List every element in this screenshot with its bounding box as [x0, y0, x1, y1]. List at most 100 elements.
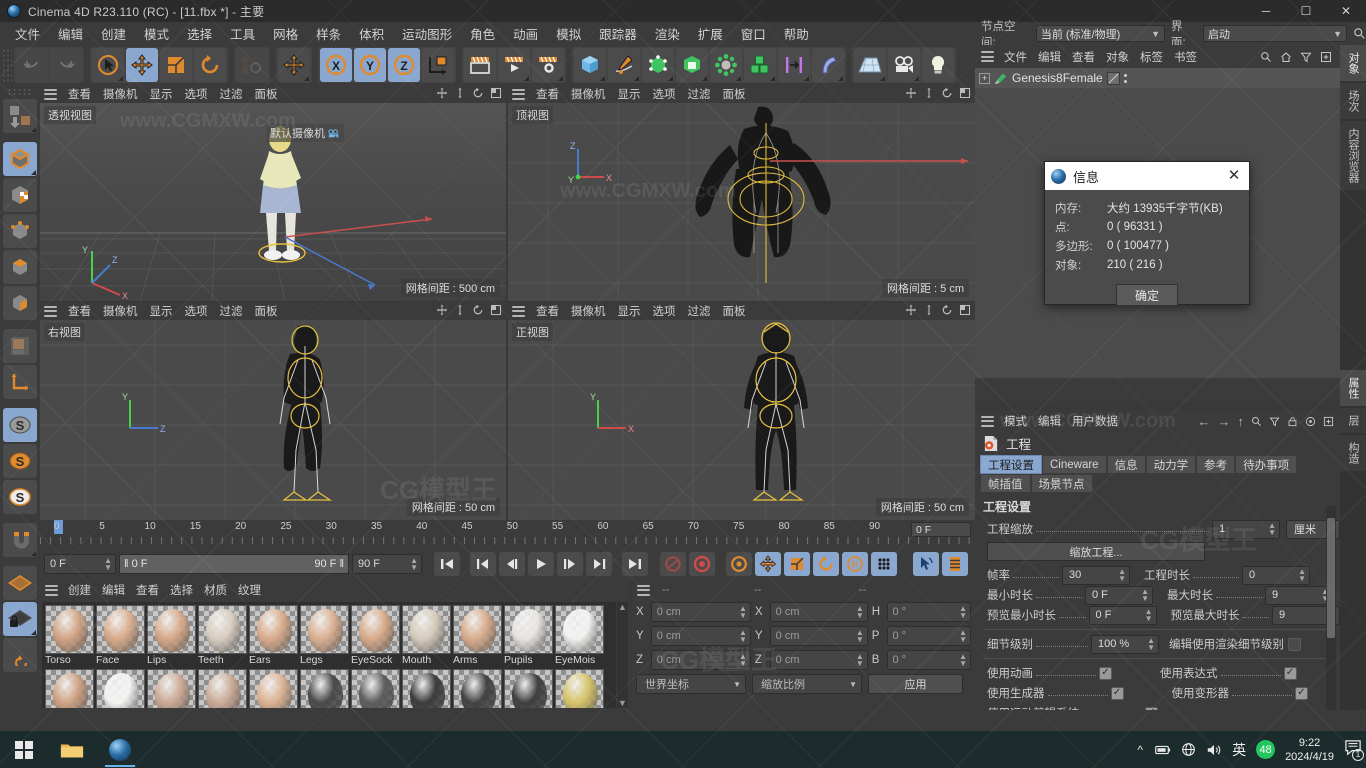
move-tool-button[interactable] [126, 48, 158, 82]
zoom-icon[interactable] [454, 304, 466, 316]
record-position-button[interactable] [755, 552, 781, 576]
filter-icon[interactable] [1300, 51, 1312, 63]
coordinate-input-Z[interactable]: 0 cm ▲ ▼ [650, 650, 751, 670]
material-item[interactable] [96, 669, 145, 708]
add-camera-button[interactable] [888, 48, 920, 82]
spinner-icon[interactable]: ▲▼ [1118, 568, 1126, 583]
vp-menu-camera[interactable]: 摄像机 [566, 86, 611, 102]
material-preview[interactable] [504, 669, 553, 708]
vp-menu-options[interactable]: 选项 [180, 86, 213, 102]
interface-select[interactable]: 启动 ▼ [1203, 25, 1348, 42]
vp-menu-filter[interactable]: 过滤 [215, 303, 248, 319]
material-item[interactable] [453, 669, 502, 708]
info-ok-button[interactable]: 确定 [1116, 284, 1178, 306]
play-button[interactable] [528, 552, 554, 576]
show-hidden-icons-icon[interactable]: ^ [1137, 743, 1143, 757]
attributes-tab-参考[interactable]: 参考 [1197, 456, 1235, 473]
up-arrow-icon[interactable]: ↑ [1238, 414, 1245, 429]
material-preview[interactable] [198, 669, 247, 708]
viewport-front-canvas[interactable]: Y X 正视图 网格间距 : 50 cm [508, 320, 975, 520]
notification-badge[interactable]: 48 [1256, 740, 1276, 759]
go-to-start-button[interactable] [434, 552, 460, 576]
add-cube-button[interactable] [574, 48, 606, 82]
attributes-scrollbar-thumb[interactable] [1327, 518, 1335, 638]
orbit-icon[interactable] [472, 87, 484, 99]
axis-mode-button[interactable] [3, 365, 37, 399]
material-preview[interactable] [147, 605, 196, 654]
tree-row-genesis8female[interactable]: + Genesis8Female [975, 68, 1340, 88]
viewport-perspective-canvas[interactable]: Y X Z 透视视图 默认摄像机 网格间距: 500 cm [40, 103, 506, 301]
viewport-top[interactable]: 查看 摄像机 显示 选项 过滤 面板 Z X Y 顶视图 网格间距: 5 cm [508, 85, 975, 301]
magnet-button[interactable] [3, 523, 37, 557]
project-scale-input[interactable]: 1 ▲ ▼ [1212, 519, 1280, 539]
attributes-tab-帧插值[interactable]: 帧插值 [981, 475, 1030, 492]
hamburger-icon[interactable] [512, 305, 525, 317]
object-world-axis-button[interactable] [422, 48, 454, 82]
material-preview[interactable] [96, 669, 145, 708]
hamburger-icon[interactable] [44, 305, 57, 317]
cinema4d-taskbar-button[interactable] [96, 731, 144, 768]
dock-tab-层[interactable]: 层 [1340, 408, 1366, 433]
reset-workplane-button[interactable] [3, 638, 37, 672]
menu-item-13[interactable]: 跟踪器 [590, 21, 646, 46]
scale-mode-select[interactable]: 缩放比例 ▼ [752, 674, 862, 694]
spinner-icon[interactable]: ▲▼ [1145, 608, 1153, 623]
forward-arrow-icon[interactable]: → [1218, 414, 1231, 429]
mat-menu-edit[interactable]: 编辑 [97, 582, 130, 598]
material-preview[interactable] [504, 605, 553, 654]
attributes-tab-信息[interactable]: 信息 [1107, 456, 1145, 473]
material-item[interactable]: Mouth [402, 605, 451, 667]
material-item[interactable] [504, 669, 553, 708]
toolbar-grip[interactable] [2, 48, 12, 82]
add-floor-button[interactable] [854, 48, 886, 82]
add-icon[interactable] [1320, 51, 1332, 63]
lod-input[interactable]: 100 % ▲ ▼ [1091, 634, 1159, 654]
menu-item-4[interactable]: 选择 [178, 21, 221, 46]
dock-tab-内容浏览器[interactable]: 内容浏览器 [1340, 121, 1366, 190]
spinner-icon[interactable]: ▲▼ [856, 629, 864, 644]
vp-menu-filter[interactable]: 过滤 [683, 303, 716, 319]
material-item[interactable]: Lips [147, 605, 196, 667]
pan-icon[interactable] [905, 304, 917, 316]
close-icon[interactable]: ✕ [1225, 168, 1243, 184]
add-mograph-button[interactable] [744, 48, 776, 82]
vp-menu-camera[interactable]: 摄像机 [98, 86, 143, 102]
material-item[interactable]: Pupils [504, 605, 553, 667]
attr-menu-mode[interactable]: 模式 [999, 413, 1032, 429]
attr-menu-edit[interactable]: 编辑 [1033, 413, 1066, 429]
material-item[interactable] [147, 669, 196, 708]
check-box-2[interactable]: ✓ [1295, 686, 1308, 700]
snap-s-button[interactable]: S [3, 480, 37, 514]
add-light-button[interactable] [922, 48, 954, 82]
polygon-mode-button[interactable] [3, 286, 37, 320]
coordinate-input-Y[interactable]: 0 cm ▲ ▼ [650, 626, 751, 646]
attr-menu-userdata[interactable]: 用户数据 [1067, 413, 1123, 429]
current-frame-input[interactable]: 0 F ▲ ▼ [44, 554, 116, 574]
zoom-icon[interactable] [923, 304, 935, 316]
render-to-picture-viewer-button[interactable] [498, 48, 530, 82]
coordinate-input-B[interactable]: 0 ° ▲ ▼ [886, 650, 971, 670]
menu-item-11[interactable]: 动画 [504, 21, 547, 46]
vp-menu-display[interactable]: 显示 [145, 303, 178, 319]
menu-item-12[interactable]: 模拟 [547, 21, 590, 46]
hamburger-icon[interactable] [981, 415, 994, 427]
spinner-icon[interactable]: ▲▼ [959, 629, 967, 644]
material-item[interactable] [402, 669, 451, 708]
attributes-tab-待办事项[interactable]: 待办事项 [1236, 456, 1297, 473]
dock-tab-属性[interactable]: 属性 [1340, 370, 1366, 406]
preview-range-bar[interactable]: ‖ 0 F 90 F ‖ [119, 554, 349, 574]
maximize-viewport-icon[interactable] [490, 87, 502, 99]
spinner-icon[interactable]: ▲▼ [959, 653, 967, 668]
menu-item-0[interactable]: 文件 [6, 21, 49, 46]
uv-polygon-mode-button[interactable] [3, 329, 37, 363]
psr-button[interactable]: PSR [236, 48, 268, 82]
go-to-next-key-button[interactable] [586, 552, 612, 576]
add-bend-deformer-button[interactable] [812, 48, 844, 82]
ime-indicator[interactable]: 英 [1232, 740, 1246, 760]
file-explorer-button[interactable] [48, 731, 96, 768]
back-arrow-icon[interactable]: ← [1198, 414, 1211, 429]
vp-menu-panel[interactable]: 面板 [250, 303, 283, 319]
material-preview[interactable] [351, 669, 400, 708]
search-icon[interactable] [1353, 27, 1366, 40]
spinner-icon[interactable]: ▲▼ [1268, 522, 1276, 537]
